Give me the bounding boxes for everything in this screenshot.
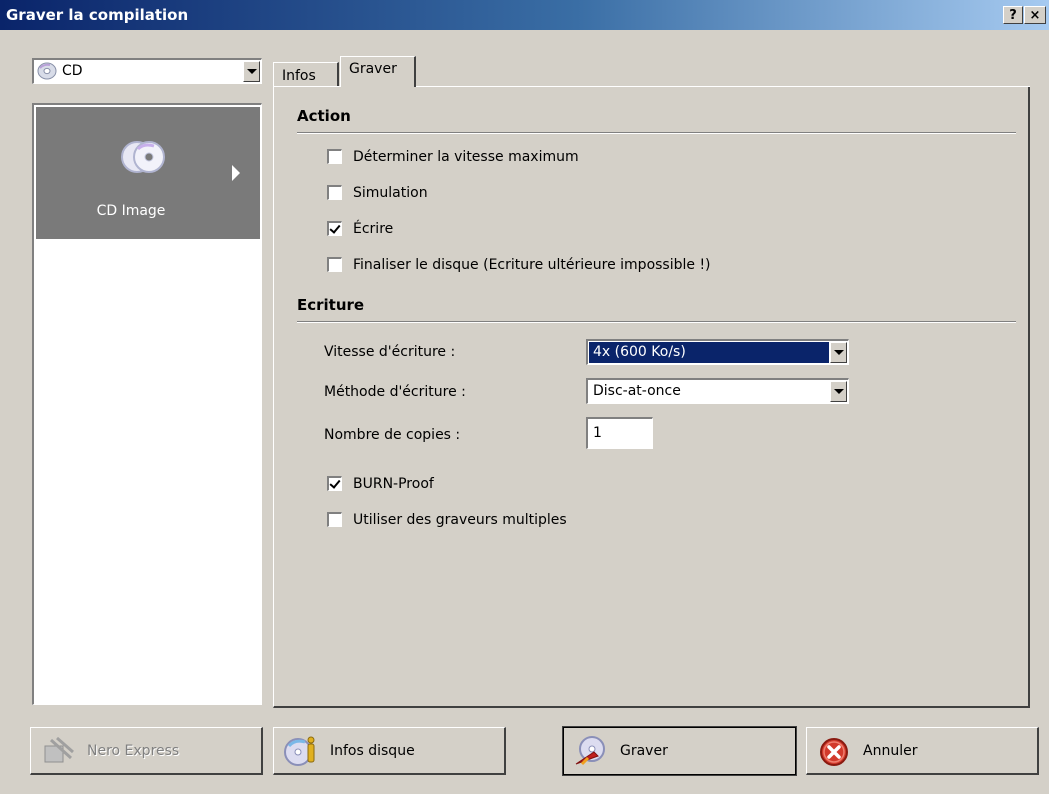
dropdown-arrow-icon[interactable]	[243, 61, 260, 82]
nero-express-button[interactable]: Nero Express	[30, 727, 263, 775]
cd-image-icon	[120, 137, 166, 181]
write-speed-dropdown[interactable]: 4x (600 Ko/s)	[586, 339, 849, 365]
list-item-label: CD Image	[96, 203, 166, 219]
checkbox-label: Simulation	[353, 185, 428, 201]
chevron-right-icon	[232, 165, 240, 181]
write-method-value: Disc-at-once	[593, 383, 681, 399]
section-divider	[297, 321, 1016, 323]
section-title-ecriture: Ecriture	[297, 296, 365, 314]
checkbox-label: Utiliser des graveurs multiples	[353, 512, 567, 528]
copies-value: 1	[593, 425, 602, 441]
checkbox-label: Déterminer la vitesse maximum	[353, 149, 579, 165]
write-method-label: Méthode d'écriture :	[324, 384, 466, 400]
write-method-dropdown[interactable]: Disc-at-once	[586, 378, 849, 404]
copies-label: Nombre de copies :	[324, 427, 461, 443]
media-type-value: CD	[62, 63, 83, 79]
list-item-cd-image[interactable]: CD Image	[36, 107, 260, 239]
close-button[interactable]: ×	[1024, 6, 1046, 24]
cancel-button[interactable]: Annuler	[806, 727, 1039, 775]
cancel-label: Annuler	[863, 743, 918, 759]
media-type-dropdown[interactable]: CD	[32, 58, 262, 84]
cancel-icon	[819, 737, 853, 767]
checkbox-box[interactable]	[327, 221, 342, 236]
checkbox-box[interactable]	[327, 257, 342, 272]
tab-infos[interactable]: Infos	[273, 62, 339, 86]
checkbox-label: Écrire	[353, 221, 394, 237]
checkbox-box[interactable]	[327, 512, 342, 527]
help-button[interactable]: ?	[1003, 6, 1023, 24]
compilation-type-list: CD Image	[32, 103, 262, 705]
burn-disc-icon	[574, 736, 608, 766]
write-speed-label: Vitesse d'écriture :	[324, 344, 456, 360]
dropdown-arrow-icon[interactable]	[830, 381, 847, 402]
checkbox-box[interactable]	[327, 476, 342, 491]
cd-icon	[37, 62, 57, 84]
title-bar: Graver la compilation ? ×	[0, 0, 1049, 30]
window-title: Graver la compilation	[6, 6, 189, 24]
disc-info-button[interactable]: Infos disque	[273, 727, 506, 775]
checkbox-box[interactable]	[327, 185, 342, 200]
section-divider	[297, 132, 1016, 134]
write-speed-value: 4x (600 Ko/s)	[593, 344, 686, 360]
disc-info-label: Infos disque	[330, 743, 415, 759]
checkbox-box[interactable]	[327, 149, 342, 164]
tab-graver[interactable]: Graver	[340, 56, 416, 87]
dropdown-arrow-icon[interactable]	[830, 342, 847, 363]
checkbox-label: BURN-Proof	[353, 476, 434, 492]
burn-button[interactable]: Graver	[562, 726, 797, 776]
section-title-action: Action	[297, 107, 351, 125]
nero-express-label: Nero Express	[87, 743, 180, 759]
nero-express-icon	[41, 736, 75, 766]
copies-input[interactable]: 1	[586, 417, 653, 449]
checkbox-label: Finaliser le disque (Ecriture ultérieure…	[353, 257, 711, 273]
burn-label: Graver	[620, 743, 668, 759]
disc-info-icon	[284, 736, 318, 766]
